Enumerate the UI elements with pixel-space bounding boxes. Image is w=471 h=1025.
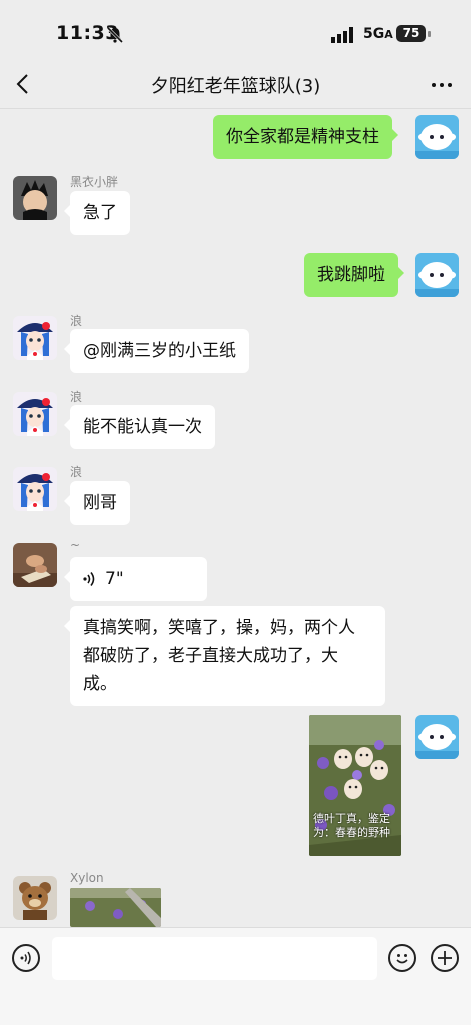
plus-icon — [438, 951, 452, 965]
sender-name: 浪 — [70, 465, 83, 479]
caption-line: 德叶丁真，鉴定 — [313, 812, 390, 825]
sender-name: ~ — [70, 538, 81, 552]
received-message[interactable]: @刚满三岁的小王纸 — [64, 329, 249, 373]
avatar-lang[interactable] — [13, 392, 57, 436]
my-avatar[interactable] — [415, 715, 459, 759]
avatar-lang[interactable] — [13, 467, 57, 511]
received-photo[interactable] — [70, 888, 161, 927]
voice-input-button[interactable] — [12, 944, 40, 972]
sender-name: 浪 — [70, 314, 83, 328]
more-icon[interactable] — [430, 73, 454, 97]
chat-header: 夕阳红老年篮球队(3) — [0, 62, 471, 109]
sent-message[interactable]: 你全家都是精神支柱 — [213, 115, 398, 159]
sender-name: Xylon — [70, 871, 104, 885]
message-line: 都破防了，老子直接大成功了，大 — [83, 646, 338, 666]
sent-message[interactable]: 我跳脚啦 — [304, 253, 404, 297]
received-message[interactable]: 能不能认真一次 — [64, 405, 215, 449]
my-avatar[interactable] — [415, 253, 459, 297]
sender-name: 黑衣小胖 — [70, 175, 119, 189]
received-message[interactable]: 急了 — [64, 191, 130, 235]
message-line: 成。 — [83, 674, 117, 694]
avatar-lang[interactable] — [13, 316, 57, 360]
photo-caption: 德叶丁真，鉴定 为：春春的野种 — [313, 812, 399, 840]
bell-muted-icon — [106, 26, 124, 44]
battery-level: 75 — [396, 25, 426, 42]
input-bar — [0, 927, 471, 1025]
chat-title: 夕阳红老年篮球队(3) — [150, 76, 321, 97]
signal-icon — [331, 27, 353, 43]
avatar-tilde[interactable] — [13, 543, 57, 587]
voice-icon — [83, 572, 95, 586]
received-message[interactable]: 真搞笑啊，笑嘻了，操，妈，两个人 都破防了，老子直接大成功了，大 成。 — [64, 606, 385, 706]
voice-icon — [20, 951, 31, 965]
plus-button[interactable] — [431, 944, 459, 972]
message-line: 真搞笑啊，笑嘻了，操，妈，两个人 — [83, 618, 355, 638]
avatar-heiyixiaopang[interactable] — [13, 176, 57, 220]
received-message[interactable]: 刚哥 — [64, 481, 130, 525]
sent-photo[interactable]: 德叶丁真，鉴定 为：春春的野种 — [309, 715, 401, 856]
emoji-icon — [396, 954, 408, 964]
battery-tip — [428, 31, 431, 37]
emoji-button[interactable] — [388, 944, 416, 972]
sender-name: 浪 — [70, 390, 83, 404]
caption-line: 为：春春的野种 — [313, 826, 390, 839]
network-type: 5GA — [363, 26, 393, 42]
status-bar: 11:33 5GA 75 — [0, 0, 471, 62]
message-input[interactable] — [52, 937, 377, 980]
my-avatar[interactable] — [415, 115, 459, 159]
voice-duration: 7" — [105, 569, 124, 589]
avatar-xylon[interactable] — [13, 876, 57, 920]
voice-message[interactable]: 7" — [64, 557, 207, 601]
